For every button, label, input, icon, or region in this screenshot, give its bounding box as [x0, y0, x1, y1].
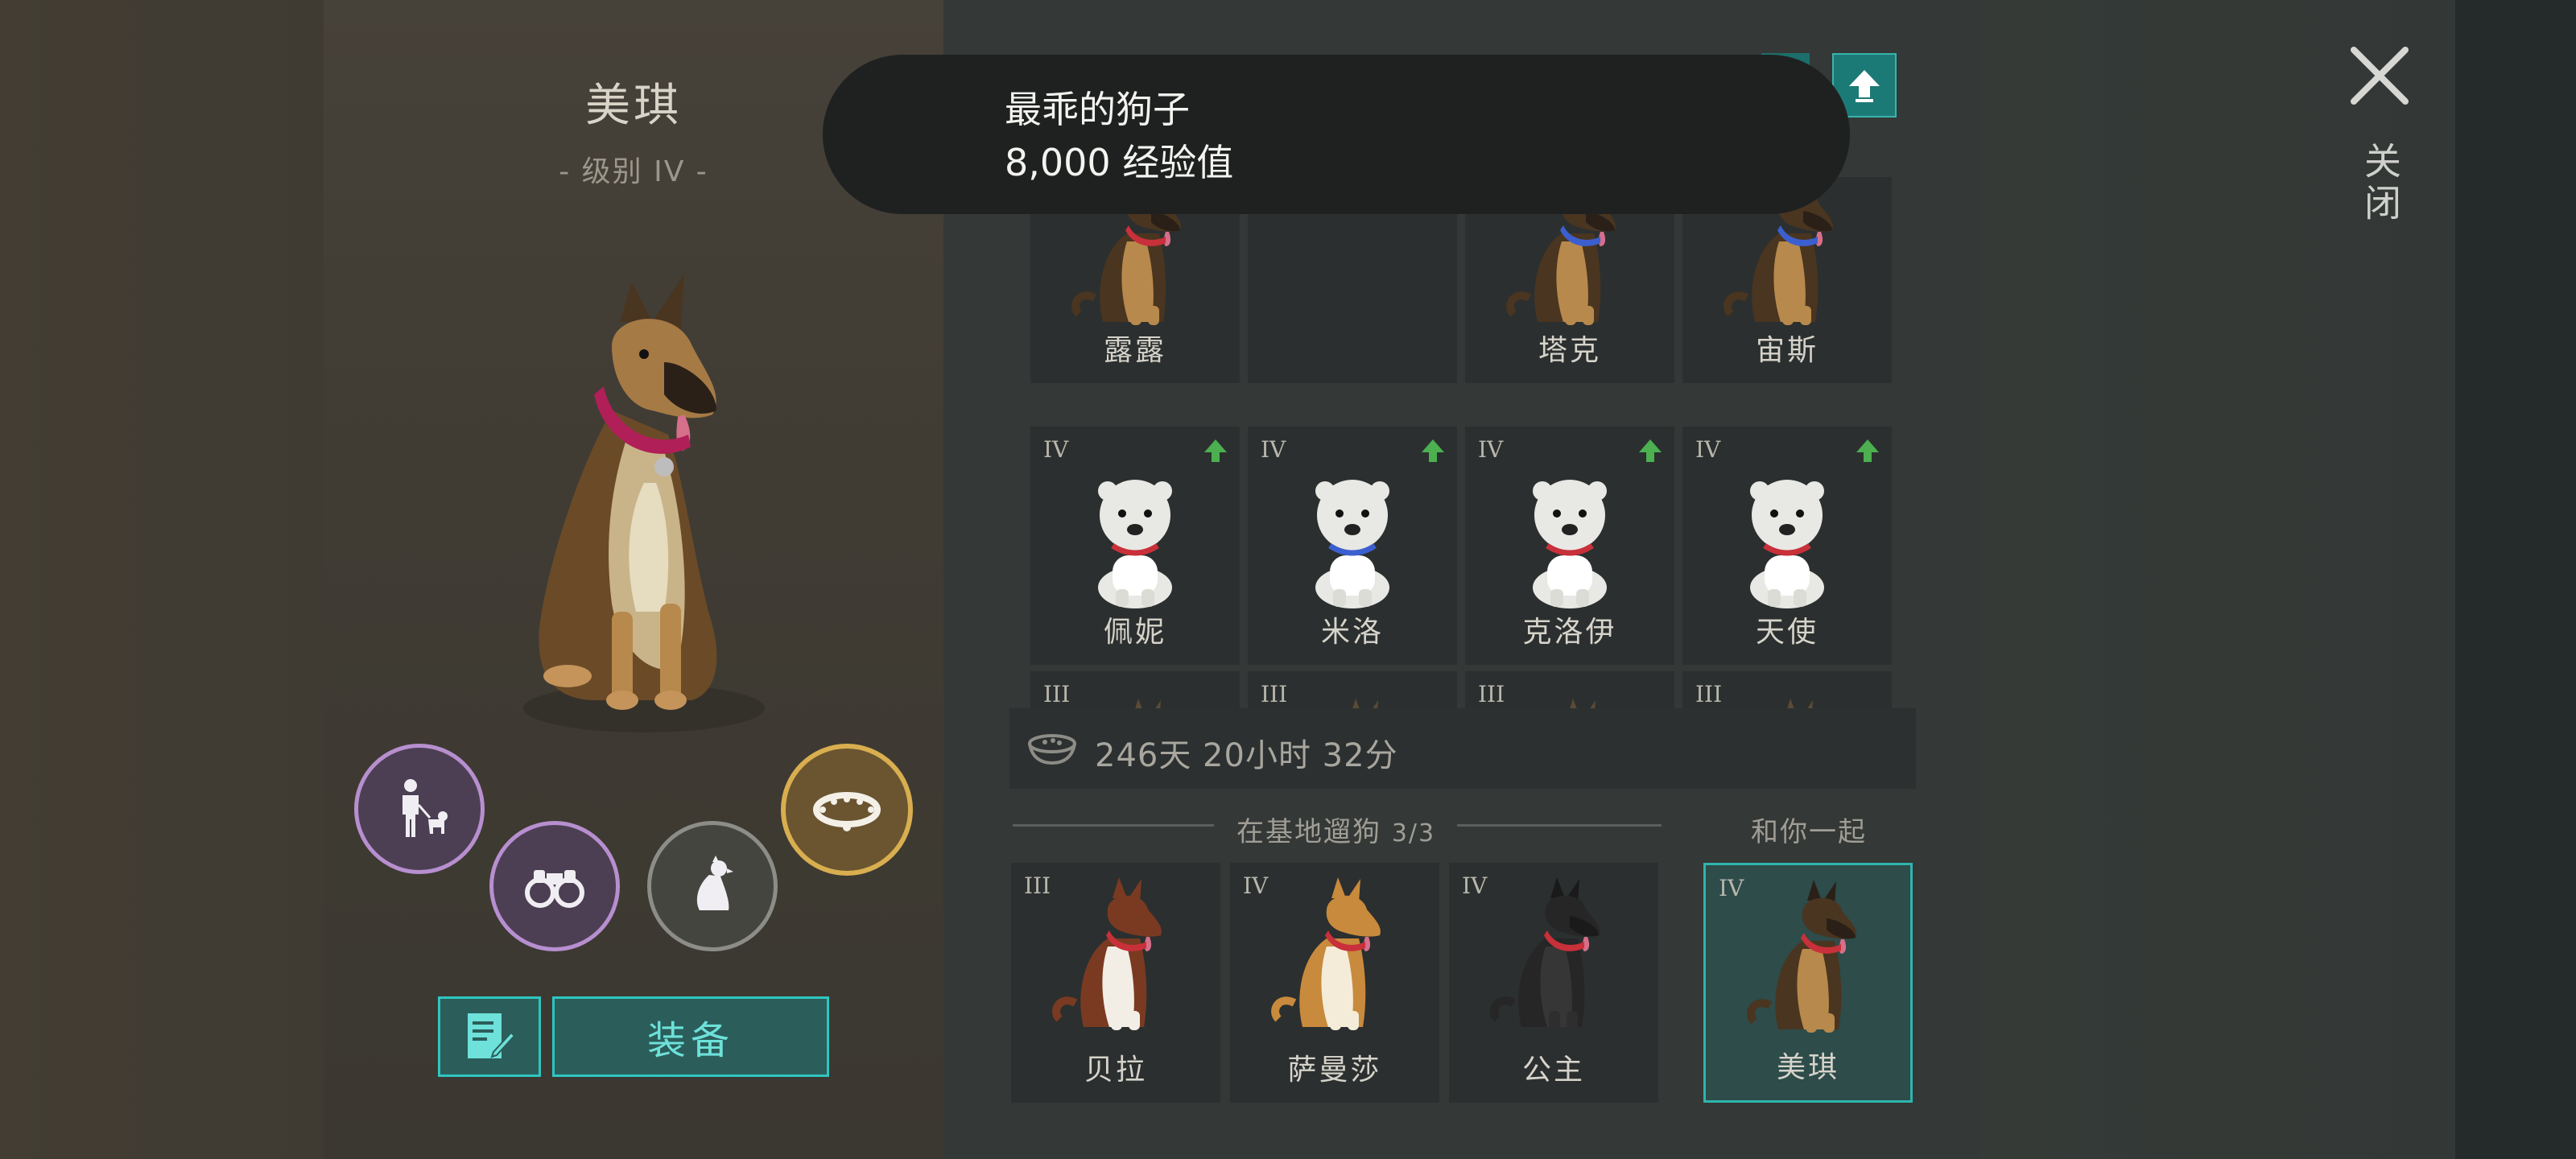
toast-reward: 8,000 经验值	[1005, 141, 1234, 184]
close-label[interactable]: 关闭	[2359, 142, 2407, 225]
spiked-collar-icon	[813, 792, 881, 831]
dog-name-label: 米洛	[1320, 616, 1384, 649]
companion-section-title: 和你一起	[1751, 816, 1867, 848]
collar-equip-button[interactable]	[781, 744, 913, 876]
sit-command-button[interactable]	[647, 821, 778, 951]
sitting-dog-icon	[696, 856, 733, 910]
dog-card[interactable]: III	[1248, 671, 1457, 708]
dog-thumbnail	[1063, 451, 1208, 612]
dog-thumbnail	[1280, 695, 1425, 708]
dog-grid: IV 露露IV 塔克III 宙斯IV	[1030, 177, 1893, 708]
walking-dog-card[interactable]: IV 萨曼莎	[1230, 863, 1439, 1103]
dog-name-label: 贝拉	[1084, 1054, 1147, 1087]
dog-thumbnail	[1262, 874, 1407, 1035]
dog-name-label: 佩妮	[1103, 616, 1166, 649]
dog-card[interactable]: III	[1030, 671, 1240, 708]
walking-dog-card[interactable]: III 贝拉	[1011, 863, 1220, 1103]
dog-card[interactable]: III	[1682, 671, 1892, 708]
edit-note-icon	[468, 1013, 516, 1058]
companion-dog-card[interactable]: IV 美琪	[1703, 863, 1913, 1103]
binoculars-icon	[525, 870, 584, 908]
dog-card[interactable]: III	[1465, 671, 1674, 708]
food-time-left: 246天 20小时 32分	[1095, 737, 1398, 774]
close-icon[interactable]	[2347, 43, 2412, 108]
dog-thumbnail	[1497, 695, 1642, 708]
dog-thumbnail	[1715, 451, 1860, 612]
walk-section-title: 在基地遛狗 3/3	[1236, 810, 1435, 849]
dog-name-label: 克洛伊	[1522, 616, 1617, 649]
upgrade-arrow-icon	[1422, 439, 1444, 462]
selected-dog-portrait	[523, 274, 765, 732]
up-arrow-icon	[1849, 70, 1880, 102]
dog-thumbnail	[1715, 695, 1860, 708]
upgrade-arrow-icon	[1639, 439, 1662, 462]
dog-thumbnail	[1481, 874, 1626, 1035]
dog-name-label: 天使	[1755, 616, 1818, 649]
dog-card[interactable]: IV 克洛伊	[1465, 427, 1674, 665]
dog-thumbnail	[1280, 451, 1425, 612]
upgrade-arrow-icon	[1856, 439, 1879, 462]
dog-name-label: 萨曼莎	[1287, 1054, 1382, 1087]
dog-name-label: 塔克	[1538, 334, 1601, 367]
divider	[1013, 824, 1214, 827]
food-bowl-icon	[1028, 734, 1076, 765]
dog-card[interactable]: IV 米洛	[1248, 427, 1457, 665]
dog-thumbnail	[1497, 451, 1642, 612]
dog-thumbnail	[1043, 874, 1188, 1035]
walk-count: 3/3	[1391, 819, 1436, 848]
dog-thumbnail	[1063, 695, 1208, 708]
divider	[1457, 824, 1662, 827]
notes-button[interactable]	[438, 996, 541, 1077]
dog-name-label: 公主	[1521, 1054, 1585, 1087]
dog-card[interactable]: IV 佩妮	[1030, 427, 1240, 665]
scout-button[interactable]	[489, 821, 620, 951]
owner-walk-button[interactable]	[354, 744, 485, 874]
background-far-edge	[2455, 0, 2576, 1159]
equip-button[interactable]: 装备	[552, 996, 829, 1077]
upgrade-arrow-icon	[1204, 439, 1227, 462]
dog-name-label: 美琪	[1776, 1051, 1839, 1084]
toast-title: 最乖的狗子	[1005, 88, 1190, 131]
dog-name-label: 露露	[1103, 334, 1166, 367]
dog-thumbnail	[1738, 876, 1883, 1037]
dog-card[interactable]: IV 天使	[1682, 427, 1892, 665]
walk-title-text: 在基地遛狗	[1236, 816, 1381, 848]
person-with-dog-icon	[402, 779, 448, 837]
walking-dog-card[interactable]: IV 公主	[1449, 863, 1658, 1103]
dog-name-label: 宙斯	[1755, 334, 1818, 367]
achievement-toast	[823, 55, 1850, 214]
